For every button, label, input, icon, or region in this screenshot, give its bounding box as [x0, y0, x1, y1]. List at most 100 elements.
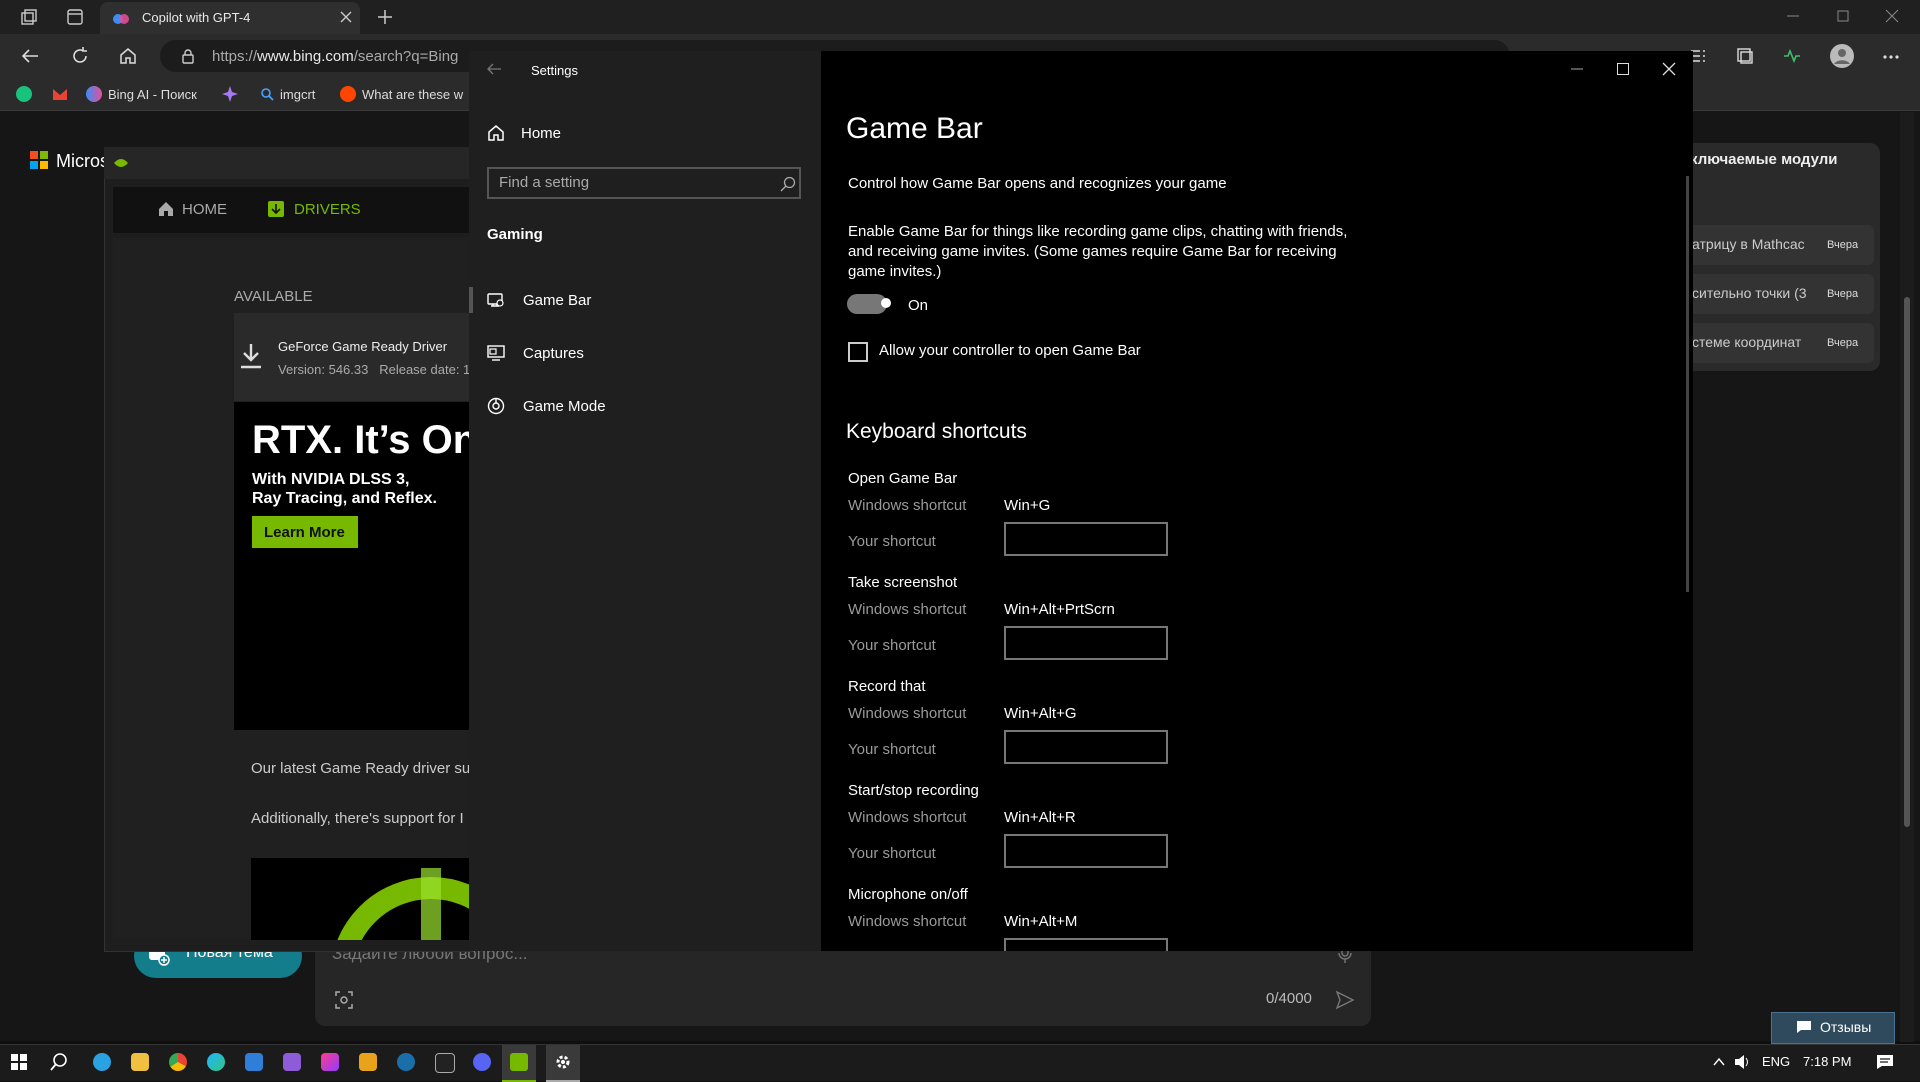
settings-home-link[interactable]: Home — [487, 120, 561, 146]
enable-description: Enable Game Bar for things like recordin… — [848, 223, 1348, 280]
sublime-icon[interactable] — [359, 1053, 377, 1071]
close-browser-icon[interactable] — [1884, 8, 1900, 24]
telegram-icon[interactable] — [93, 1053, 111, 1071]
geforce-drivers-tab[interactable]: DRIVERS — [294, 201, 361, 218]
more-menu-icon[interactable] — [1882, 48, 1900, 66]
performance-icon[interactable] — [1782, 46, 1802, 66]
copilot-fav-icon — [86, 86, 102, 102]
terminal-icon[interactable] — [435, 1053, 455, 1073]
download-icon[interactable] — [240, 343, 262, 369]
browser-tab-active[interactable]: Copilot with GPT-4 — [100, 2, 360, 34]
favorite-imgcrt[interactable]: imgcrt — [260, 84, 315, 104]
your-shortcut-input[interactable] — [1004, 626, 1168, 660]
settings-search-placeholder[interactable]: Find a setting — [499, 174, 589, 191]
chrome-icon[interactable] — [169, 1053, 187, 1071]
shortcut-name: Microphone on/off — [848, 886, 968, 903]
your-shortcut-input[interactable] — [1004, 938, 1168, 951]
chatgpt-icon — [16, 86, 32, 102]
vscode-icon[interactable] — [245, 1053, 263, 1071]
settings-maximize-icon[interactable] — [1616, 62, 1630, 76]
url-text[interactable]: https://www.bing.com/search?q=Bing — [212, 48, 458, 65]
favorite-label: What are these w — [362, 86, 464, 102]
windows-shortcut-label: Windows shortcut — [848, 601, 967, 618]
geforce-home-tab[interactable]: HOME — [182, 201, 227, 218]
your-shortcut-input[interactable] — [1004, 730, 1168, 764]
tray-chevron-icon[interactable] — [1712, 1055, 1726, 1069]
page-scroll-thumb[interactable] — [1904, 297, 1910, 827]
page-scrollbar[interactable] — [1900, 112, 1914, 1042]
send-icon[interactable] — [1335, 990, 1355, 1010]
gmail-icon — [52, 87, 68, 101]
close-tab-icon[interactable] — [340, 11, 352, 23]
geforce-taskbar-button[interactable] — [502, 1045, 536, 1082]
settings-taskbar-button[interactable] — [546, 1045, 580, 1082]
volume-icon[interactable] — [1734, 1054, 1752, 1070]
favorites-hub-icon[interactable] — [1735, 46, 1755, 66]
profile-avatar[interactable] — [1830, 44, 1854, 68]
edge-icon[interactable] — [207, 1053, 225, 1071]
clock[interactable]: 7:18 PM — [1803, 1054, 1851, 1069]
home-icon — [487, 124, 505, 142]
selected-indicator — [469, 287, 473, 313]
refresh-icon[interactable] — [70, 46, 90, 66]
windows-shortcut-value: Win+Alt+PrtScrn — [1004, 601, 1115, 618]
favorite-bing-ai[interactable]: Bing AI - Поиск — [86, 84, 197, 104]
driver-version: Version: 546.33 Release date: 1 — [278, 362, 470, 377]
nav-game-mode[interactable]: Game Mode — [487, 394, 606, 418]
nav-label: Captures — [523, 344, 584, 362]
history-item[interactable]: атрицу в Mathcac Вчера — [1674, 225, 1874, 265]
search-icon[interactable] — [780, 176, 796, 192]
minimize-browser-icon[interactable] — [1785, 8, 1801, 24]
visual-studio-icon[interactable] — [283, 1053, 301, 1071]
file-explorer-icon[interactable] — [131, 1053, 149, 1071]
home-browser-icon[interactable] — [118, 46, 138, 66]
microsoft-logo-icon — [30, 151, 48, 169]
settings-minimize-icon[interactable] — [1570, 62, 1584, 76]
settings-scrollbar[interactable] — [1686, 176, 1689, 592]
controller-checkbox[interactable] — [848, 342, 868, 362]
nav-captures[interactable]: Captures — [487, 341, 584, 365]
shortcut-name: Record that — [848, 678, 926, 695]
history-item-text: сительно точки (3 — [1692, 285, 1807, 301]
your-shortcut-input[interactable] — [1004, 522, 1168, 556]
back-icon[interactable] — [20, 46, 40, 66]
workspaces-icon[interactable] — [20, 8, 38, 26]
jetbrains-icon[interactable] — [321, 1053, 339, 1071]
windows-shortcut-label: Windows shortcut — [848, 497, 967, 514]
history-item[interactable]: стеме координат Вчера — [1674, 323, 1874, 363]
banner-title: RTX. It’s On — [252, 418, 469, 462]
search-fav-icon — [260, 87, 274, 101]
new-tab-icon[interactable] — [376, 8, 394, 26]
sparkle-icon — [222, 86, 238, 102]
your-shortcut-input[interactable] — [1004, 834, 1168, 868]
settings-close-icon[interactable] — [1662, 62, 1676, 76]
windows-shortcut-label: Windows shortcut — [848, 705, 967, 722]
nav-label: Game Bar — [523, 291, 592, 309]
windows-shortcut-value: Win+Alt+G — [1004, 705, 1077, 722]
history-item-date: Вчера — [1827, 337, 1859, 349]
controller-label[interactable]: Allow your controller to open Game Bar — [879, 341, 1141, 361]
history-item[interactable]: сительно точки (3 Вчера — [1674, 274, 1874, 314]
feedback-button[interactable]: Отзывы — [1771, 1012, 1895, 1044]
favorite-reddit[interactable]: What are these w — [340, 84, 463, 104]
nav-game-bar[interactable]: Game Bar — [487, 288, 591, 312]
restore-browser-icon[interactable] — [1835, 8, 1851, 24]
language-indicator[interactable]: ENG — [1762, 1054, 1790, 1069]
image-capture-icon[interactable] — [334, 990, 354, 1010]
start-icon[interactable] — [11, 1054, 27, 1070]
lock-icon[interactable] — [180, 48, 196, 64]
discord-icon[interactable] — [473, 1053, 491, 1071]
brand-text: Micros — [56, 151, 109, 171]
steam-icon[interactable] — [397, 1053, 415, 1071]
tab-actions-icon[interactable] — [66, 8, 84, 26]
favorite-spark[interactable] — [222, 84, 244, 104]
settings-back-icon[interactable] — [486, 62, 502, 76]
drivers-nav-icon — [268, 201, 284, 217]
favorite-gmail[interactable] — [52, 84, 74, 104]
settings-window-title: Settings — [531, 63, 578, 78]
learn-more-button[interactable]: Learn More — [252, 516, 358, 548]
driver-title: GeForce Game Ready Driver — [278, 339, 448, 354]
notifications-icon[interactable] — [1876, 1054, 1894, 1070]
favorite-chatgpt[interactable] — [16, 84, 38, 104]
taskbar-search-icon[interactable] — [50, 1053, 68, 1071]
